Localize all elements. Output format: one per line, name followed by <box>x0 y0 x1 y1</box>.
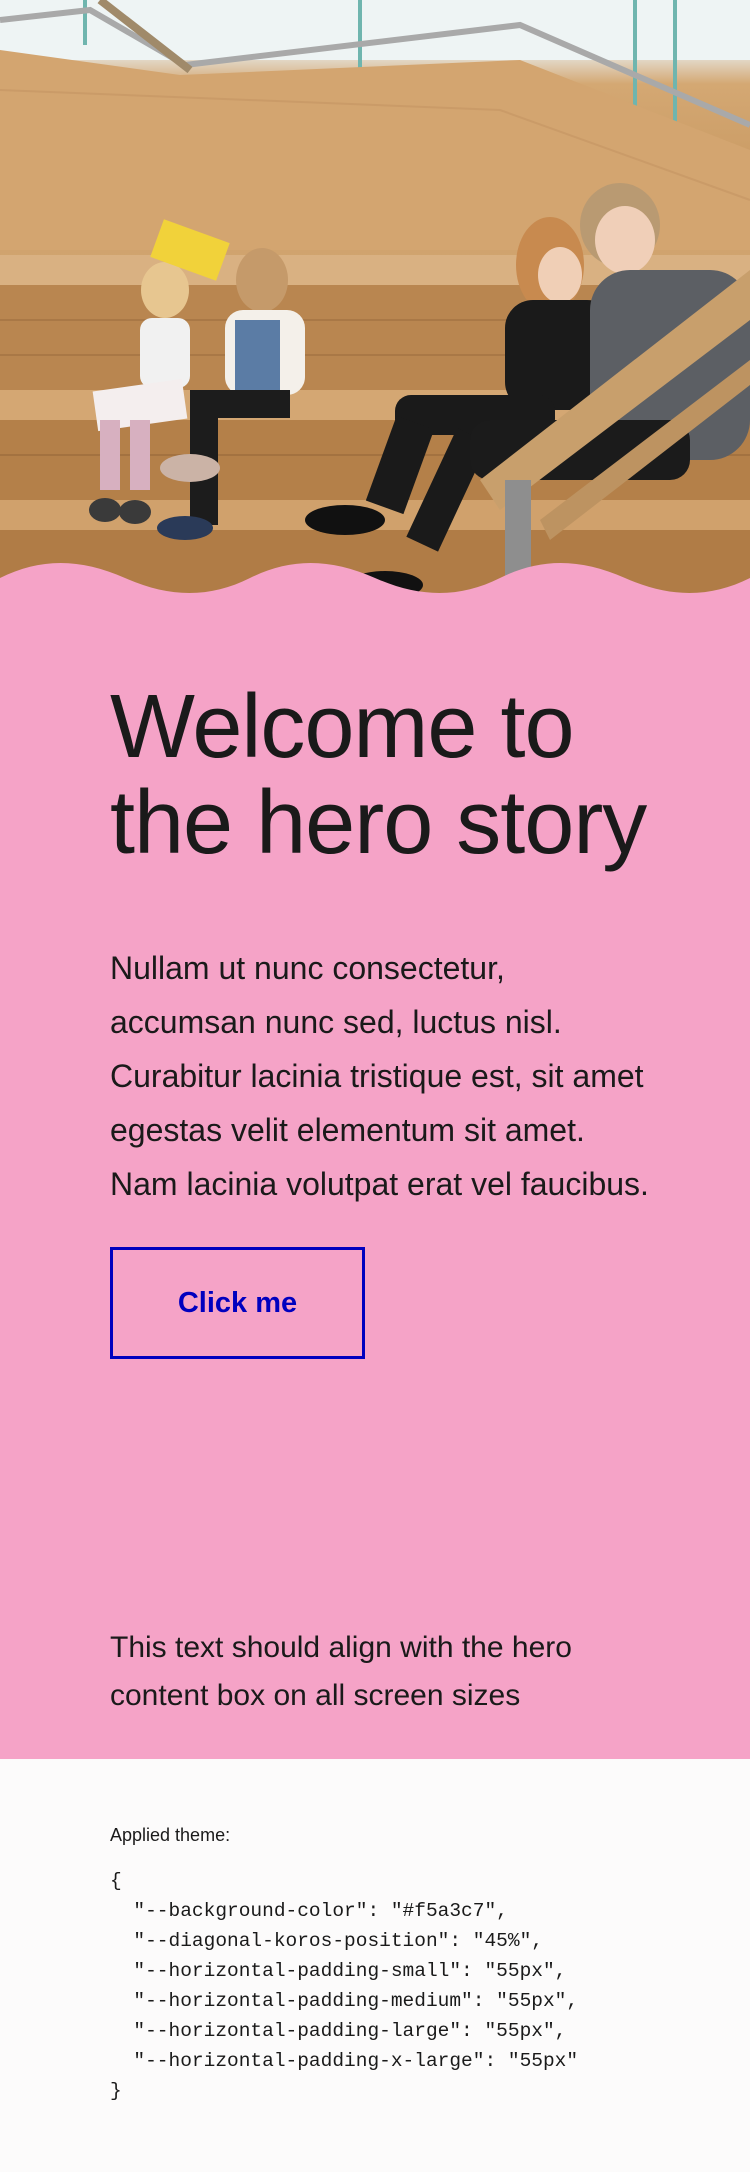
align-note-text: This text should align with the hero con… <box>110 1631 572 1712</box>
hero-content-box: Welcome to the hero story Nullam ut nunc… <box>110 679 650 1359</box>
hero-panel: Welcome to the hero story Nullam ut nunc… <box>0 599 750 1759</box>
click-me-button[interactable]: Click me <box>110 1247 365 1359</box>
theme-label: Applied theme: <box>110 1825 231 1845</box>
hero-photo-illustration <box>0 0 750 600</box>
theme-code-block: { "--background-color": "#f5a3c7", "--di… <box>110 1870 579 2102</box>
hero-title: Welcome to the hero story <box>110 677 647 873</box>
applied-theme-section: Applied theme: { "--background-color": "… <box>0 1759 750 2106</box>
hero-body-text: Nullam ut nunc consectetur, accumsan nun… <box>110 950 649 1202</box>
hero-image <box>0 0 750 600</box>
koros-wave-divider <box>0 563 750 600</box>
